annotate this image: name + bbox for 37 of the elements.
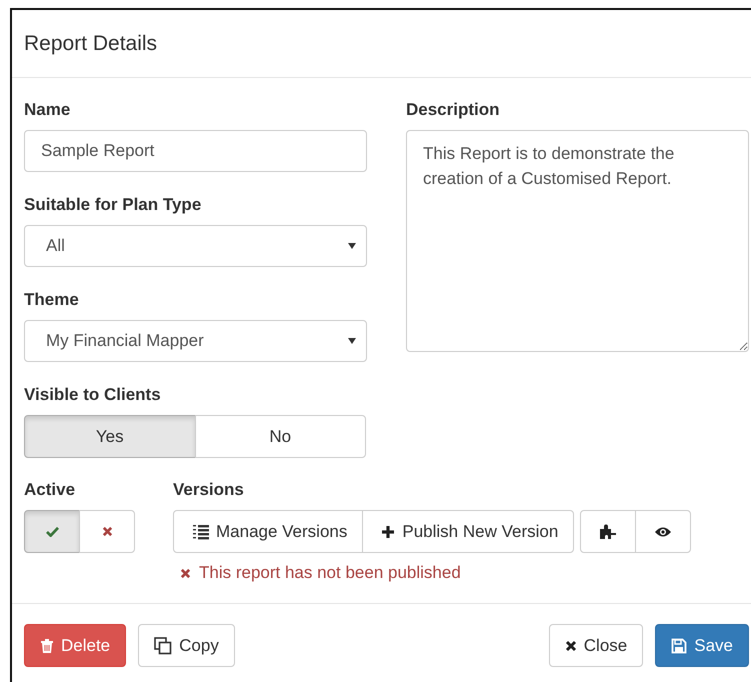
field-label: Suitable for Plan Type [24,195,202,215]
save-button[interactable]: Save [655,624,749,667]
check-icon [46,526,58,537]
cross-icon [180,568,191,578]
plus-icon [381,524,396,538]
caret-icon [348,243,356,249]
field-label: Versions [173,480,245,500]
manage-versions-button[interactable]: Manage Versions [173,510,364,553]
status-message: This report has not been published [199,563,461,583]
check-button[interactable] [24,510,80,553]
field-label: Description [406,100,501,120]
delete-button[interactable]: Delete [24,624,126,667]
field-label: Active [24,480,76,500]
list-icon [192,524,209,540]
eye-icon [654,526,672,538]
plugin-button[interactable] [580,510,636,553]
copy-button[interactable]: Copy [138,624,235,667]
copy-icon [154,636,172,654]
field-label: Visible to Clients [24,385,162,405]
name-field[interactable]: Sample Report [24,130,367,172]
theme-select[interactable]: My Financial Mapper [24,320,367,362]
cross-icon [102,526,112,537]
description-field[interactable]: This Report is to demonstrate the creation of a Customised Report. [406,130,749,352]
preview-button[interactable] [635,510,692,553]
save-icon [671,638,688,654]
field-label: Name [24,100,72,120]
close-button[interactable]: Close [548,624,644,667]
field-label: Theme [24,290,80,310]
close-icon [564,640,577,652]
dialog-title: Report Details [24,32,158,56]
toggle-option[interactable]: No [194,415,366,458]
trash-icon [40,638,54,654]
plan-type-select[interactable]: All [24,225,367,267]
publish-version-button[interactable]: Publish New Version [362,510,574,553]
puzzle-icon [599,524,618,540]
toggle-option[interactable]: Yes [24,415,196,458]
caret-icon [348,338,356,344]
